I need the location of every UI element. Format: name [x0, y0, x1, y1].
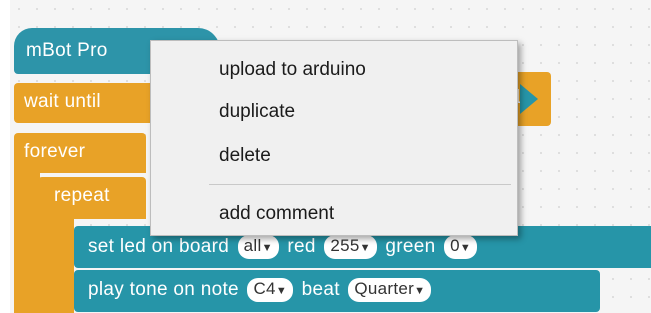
forever-block-arm	[14, 168, 40, 313]
set-led-label: set led on board	[88, 236, 230, 258]
forever-label: forever	[24, 141, 86, 162]
beat-label: beat	[301, 279, 340, 301]
forever-block[interactable]: forever	[14, 133, 146, 173]
note-select[interactable]: C4▼	[247, 278, 294, 302]
chevron-down-icon: ▼	[414, 285, 426, 297]
menu-divider	[209, 184, 511, 185]
red-value-select[interactable]: 255▼	[324, 235, 377, 259]
wait-until-label: wait until	[24, 91, 101, 112]
green-label: green	[385, 236, 436, 258]
condition-arrow-icon	[520, 84, 538, 114]
play-tone-block[interactable]: play tone on note C4▼ beat Quarter▼	[74, 270, 600, 312]
beat-select[interactable]: Quarter▼	[348, 278, 432, 302]
context-menu: upload to arduino duplicate delete add c…	[150, 40, 518, 236]
play-tone-label: play tone on note	[88, 279, 239, 301]
chevron-down-icon: ▼	[261, 242, 273, 254]
canvas-edge	[0, 0, 10, 313]
menu-item-upload-to-arduino[interactable]: upload to arduino	[219, 59, 366, 81]
menu-item-delete[interactable]: delete	[219, 145, 271, 167]
hat-block-label: mBot Pro	[26, 40, 108, 61]
repeat-label: repeat	[54, 185, 110, 206]
red-label: red	[287, 236, 316, 258]
wait-until-block[interactable]: wait until	[14, 83, 160, 123]
menu-item-duplicate[interactable]: duplicate	[219, 101, 295, 123]
menu-item-add-comment[interactable]: add comment	[219, 203, 334, 225]
chevron-down-icon: ▼	[359, 242, 371, 254]
green-value-select[interactable]: 0▼	[444, 235, 478, 259]
chevron-down-icon: ▼	[459, 242, 472, 254]
repeat-block-arm	[38, 213, 74, 313]
led-select[interactable]: all▼	[237, 235, 279, 259]
chevron-down-icon: ▼	[275, 285, 288, 297]
